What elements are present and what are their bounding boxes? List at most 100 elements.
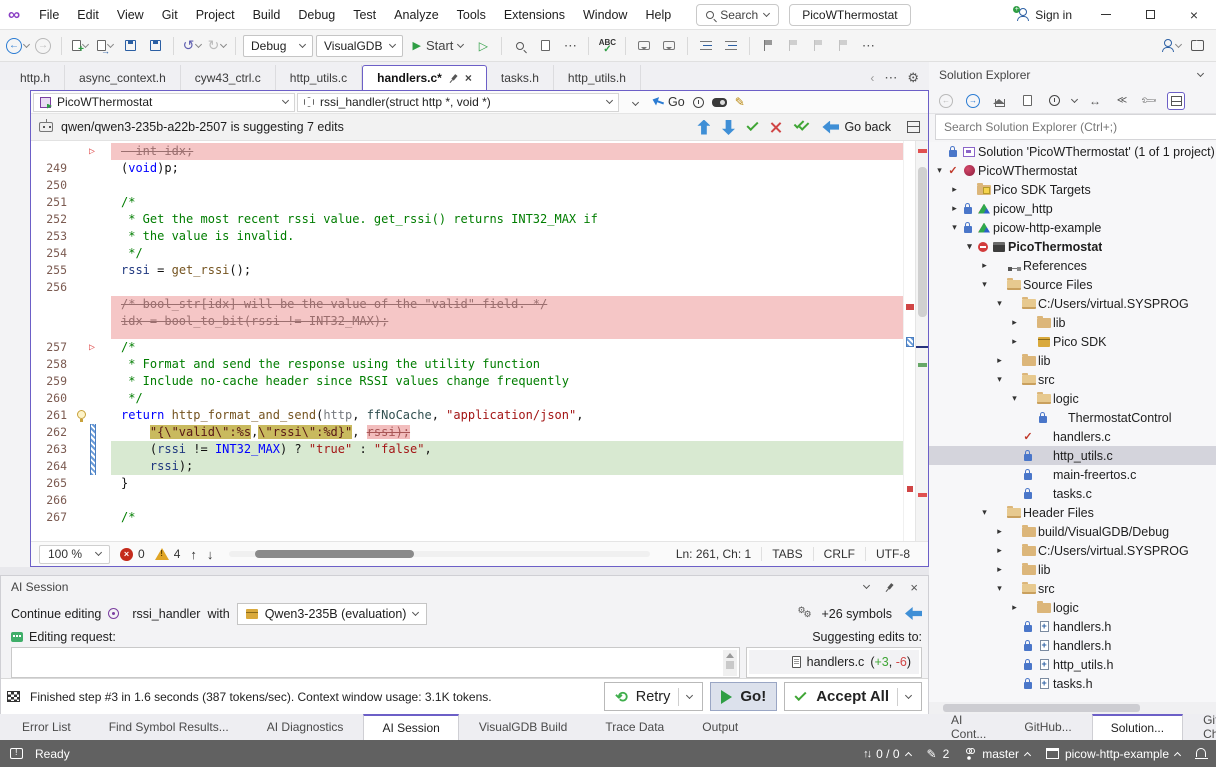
panel-tab-find-symbol-results---[interactable]: Find Symbol Results... <box>91 714 247 740</box>
model-dropdown[interactable]: Qwen3-235B (evaluation) <box>237 603 428 625</box>
expanded-arrow-icon[interactable]: ▾ <box>948 222 961 233</box>
collapsed-arrow-icon[interactable]: ▸ <box>1008 336 1021 347</box>
tree-item-logic[interactable]: ▸logic <box>929 598 1216 617</box>
symbol-dropdown[interactable]: rssi_handler(struct http *, void *) <box>297 93 619 112</box>
error-count[interactable]: × 0 <box>120 547 145 561</box>
symbols-count[interactable]: +26 symbols <box>821 607 892 621</box>
tab-pin-icon[interactable] <box>447 72 460 85</box>
menu-debug[interactable]: Debug <box>289 5 344 25</box>
redo-button[interactable]: ↻ <box>206 34 228 58</box>
code-line[interactable]: /* bool_str[idx] will be the value of th… <box>31 296 903 313</box>
next-edit-button[interactable] <box>722 120 735 135</box>
increase-indent-button[interactable] <box>720 34 742 58</box>
open-file-button[interactable] <box>94 34 116 58</box>
se-horizontal-scrollbar[interactable] <box>929 702 1216 714</box>
panel-tab-ai-diagnostics[interactable]: AI Diagnostics <box>249 714 362 740</box>
expanded-arrow-icon[interactable]: ▾ <box>963 241 976 252</box>
input-scroll-control[interactable] <box>723 650 737 676</box>
notifications-bell-icon[interactable] <box>1196 748 1206 757</box>
collapsed-arrow-icon[interactable]: ▸ <box>993 355 1006 366</box>
go-execute-button[interactable]: Go! <box>710 682 777 711</box>
solution-name-badge[interactable]: PicoWThermostat <box>789 4 910 26</box>
solution-explorer-sync-button[interactable] <box>534 34 556 58</box>
tree-item-PicoSDKTargets[interactable]: ▸Pico SDK Targets <box>929 180 1216 199</box>
tree-item-CUsersvirtual.SYSPROG[interactable]: ▾C:/Users/virtual.SYSPROG <box>929 294 1216 313</box>
collapsed-arrow-icon[interactable]: ▸ <box>948 203 961 214</box>
collapsed-arrow-icon[interactable]: ▸ <box>1008 602 1021 613</box>
tree-item-PicoWThermostat[interactable]: ▾✓PicoWThermostat <box>929 161 1216 180</box>
expanded-arrow-icon[interactable]: ▾ <box>993 298 1006 309</box>
code-line[interactable]: int idx; <box>31 143 903 160</box>
tree-item-main-freertos.c[interactable]: main-freertos.c <box>929 465 1216 484</box>
accept-all-edits-button[interactable] <box>794 121 810 133</box>
global-search-box[interactable]: Search <box>696 4 779 26</box>
tab-close-icon[interactable]: × <box>465 71 472 85</box>
start-debugging-button[interactable]: ▶Start <box>406 34 469 58</box>
configuration-dropdown[interactable]: Debug <box>243 35 313 57</box>
menu-analyze[interactable]: Analyze <box>385 5 447 25</box>
history-icon[interactable] <box>693 97 704 108</box>
previous-bookmark-button[interactable] <box>782 34 804 58</box>
code-line-258[interactable]: 258 * Format and send the response using… <box>31 356 903 373</box>
tree-item-picow_http[interactable]: ▸picow_http <box>929 199 1216 218</box>
inline-edit-toggle-icon[interactable] <box>712 98 727 107</box>
expanded-arrow-icon[interactable]: ▾ <box>1008 393 1021 404</box>
clear-bookmarks-button[interactable] <box>832 34 854 58</box>
tree-item-lib[interactable]: ▸lib <box>929 351 1216 370</box>
tree-item-ThermostatControl[interactable]: ThermostatControl <box>929 408 1216 427</box>
save-all-button[interactable] <box>144 34 166 58</box>
tree-item-PicoSDK[interactable]: ▸Pico SDK <box>929 332 1216 351</box>
tool-tab-git-cha---[interactable]: Git Cha... <box>1185 714 1216 740</box>
home-icon[interactable] <box>991 92 1009 110</box>
encoding[interactable]: UTF-8 <box>865 547 920 561</box>
collapsed-arrow-icon[interactable]: ▸ <box>978 260 991 271</box>
menu-git[interactable]: Git <box>153 5 187 25</box>
project-dropdown[interactable]: PicoWThermostat <box>33 93 295 112</box>
menu-edit[interactable]: Edit <box>68 5 108 25</box>
tree-item-CUsersvirtual.SYSPROG[interactable]: ▸C:/Users/virtual.SYSPROG <box>929 541 1216 560</box>
editor-tab-http.h[interactable]: http.h <box>6 65 65 90</box>
menu-file[interactable]: File <box>30 5 68 25</box>
code-line-250[interactable]: 250 <box>31 177 903 194</box>
restore-button[interactable] <box>1128 0 1172 29</box>
tree-item-handlers.h[interactable]: handlers.h <box>929 636 1216 655</box>
minimize-button[interactable] <box>1084 0 1128 29</box>
code-line-252[interactable]: 252 * Get the most recent rssi value. ge… <box>31 211 903 228</box>
editor-tab-http_utils.c[interactable]: http_utils.c <box>276 65 362 90</box>
git-branch[interactable]: master <box>965 747 1030 761</box>
live-share-button[interactable] <box>1160 34 1182 58</box>
uncomment-button[interactable] <box>658 34 680 58</box>
caret-position[interactable]: Ln: 261, Ch: 1 <box>666 547 761 561</box>
se-chevron-down-icon[interactable] <box>1196 70 1203 77</box>
preview-selected-items-icon[interactable] <box>1167 92 1185 110</box>
toggle-bookmark-button[interactable] <box>757 34 779 58</box>
tab-settings-icon[interactable]: ⚙ <box>907 70 919 86</box>
se-back-icon[interactable]: ← <box>937 92 955 110</box>
code-line-264[interactable]: 264 rssi); <box>31 458 903 475</box>
collapsed-arrow-icon[interactable]: ▸ <box>1008 317 1021 328</box>
zoom-dropdown[interactable]: 100 % <box>39 545 110 564</box>
spell-check-button[interactable]: ABC✓ <box>596 34 618 58</box>
accept-all-button[interactable]: Accept All <box>784 682 922 711</box>
expanded-arrow-icon[interactable]: ▾ <box>978 507 991 518</box>
panel-tab-ai-session[interactable]: AI Session <box>363 714 458 740</box>
menu-tools[interactable]: Tools <box>448 5 495 25</box>
panel-close-icon[interactable]: × <box>910 580 918 595</box>
code-line-253[interactable]: 253 * the value is invalid. <box>31 228 903 245</box>
pending-edits[interactable]: ✎ 2 <box>927 747 950 761</box>
code-line-267[interactable]: 267/* <box>31 509 903 526</box>
collapsed-arrow-icon[interactable]: ▸ <box>993 564 1006 575</box>
navigate-forward-button[interactable]: → <box>32 34 54 58</box>
solution-explorer-search[interactable]: Search Solution Explorer (Ctrl+;) <box>935 114 1216 140</box>
navigate-back-button[interactable]: ← <box>6 34 29 58</box>
tree-item-buildVisualGDBDebug[interactable]: ▸build/VisualGDB/Debug <box>929 522 1216 541</box>
panel-tab-output[interactable]: Output <box>684 714 756 740</box>
code-line-260[interactable]: 260 */ <box>31 390 903 407</box>
pencil-icon[interactable]: ✎ <box>735 95 745 109</box>
platform-dropdown[interactable]: VisualGDB <box>316 35 403 57</box>
git-repository[interactable]: picow-http-example <box>1046 747 1180 761</box>
warning-count[interactable]: 4 <box>155 547 181 561</box>
tool-tab-github---[interactable]: GitHub... <box>1006 714 1089 740</box>
properties-icon[interactable]: 🔧︎ <box>1140 92 1158 110</box>
tab-scroll-left-icon[interactable]: ‹ <box>870 71 874 85</box>
